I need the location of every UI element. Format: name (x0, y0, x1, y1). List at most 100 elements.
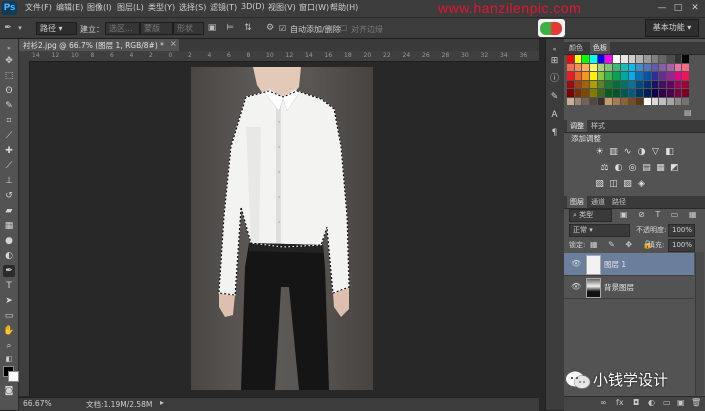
eraser-tool-icon[interactable]: ▰ (3, 205, 15, 217)
link-layers-icon[interactable]: ∞ (600, 398, 607, 407)
color-swatch[interactable] (628, 80, 636, 88)
selective-color-icon[interactable]: ◈ (636, 179, 647, 189)
color-swatch[interactable] (636, 55, 643, 63)
move-tool-icon[interactable]: ✥ (3, 55, 15, 67)
color-swatch[interactable] (643, 63, 651, 71)
expand-icon[interactable]: « (549, 44, 560, 55)
color-swatch[interactable] (659, 97, 666, 105)
color-swatch[interactable] (682, 72, 689, 80)
status-menu-arrow-icon[interactable]: ▸ (160, 398, 164, 407)
color-swatch[interactable] (651, 80, 659, 88)
quick-select-tool-icon[interactable]: ✎ (3, 100, 15, 112)
levels-icon[interactable]: ▥ (608, 147, 619, 157)
new-swatch-icon[interactable]: ▤ (684, 108, 692, 117)
selection-button[interactable]: 选区... (105, 22, 140, 35)
layer-name[interactable]: 图层 1 (604, 259, 626, 270)
align-edges-checkbox[interactable]: ☐ (340, 24, 347, 33)
eye-icon[interactable]: 👁 (571, 282, 581, 291)
color-swatch[interactable] (613, 80, 620, 88)
tab-swatches[interactable]: 色板 (590, 42, 610, 54)
curves-icon[interactable]: ∿ (622, 147, 633, 157)
posterize-icon[interactable]: ▧ (594, 179, 605, 189)
menu-3d[interactable]: 3D(D) (241, 2, 265, 11)
threshold-icon[interactable]: ◫ (608, 179, 619, 189)
brightness-icon[interactable]: ☀ (594, 147, 605, 157)
lasso-tool-icon[interactable]: ʘ (3, 85, 15, 97)
tab-color[interactable]: 颜色 (569, 42, 583, 54)
tab-layers[interactable]: 图层 (567, 196, 587, 208)
color-swatch[interactable] (605, 55, 613, 63)
menu-image[interactable]: 图像(I) (87, 2, 112, 13)
trash-icon[interactable]: 🗑 (691, 398, 701, 407)
layers-scrollbar[interactable] (695, 252, 704, 395)
pen-tool-icon[interactable]: ✒ (2, 22, 14, 34)
color-swatch[interactable] (628, 89, 636, 97)
layer-filter-icons[interactable]: ▣ ⊘ T ▭ ▦ (620, 210, 700, 219)
color-swatch[interactable] (574, 55, 582, 63)
color-swatch[interactable] (682, 80, 689, 88)
color-swatch[interactable] (628, 55, 636, 63)
new-group-icon[interactable]: ▭ (663, 398, 671, 407)
history-brush-tool-icon[interactable]: ↺ (3, 190, 15, 202)
color-swatch[interactable] (605, 63, 613, 71)
color-swatch[interactable] (666, 72, 674, 80)
hsl-icon[interactable]: ◧ (664, 147, 675, 157)
swatch-grid[interactable] (567, 55, 689, 105)
menu-select[interactable]: 选择(S) (179, 2, 206, 13)
color-swatch[interactable] (567, 72, 574, 80)
chevron-down-icon[interactable]: ▾ (14, 22, 26, 34)
pen-tool-icon[interactable]: ✒ (3, 265, 15, 277)
color-balance-icon[interactable]: ⚖ (599, 163, 610, 173)
close-tab-icon[interactable]: × (170, 39, 177, 48)
properties-panel-icon[interactable]: ⓘ (549, 74, 560, 85)
color-swatch[interactable] (582, 89, 590, 97)
add-mask-icon[interactable]: ◘ (633, 398, 639, 407)
shape-tool-icon[interactable]: ▭ (3, 310, 15, 322)
color-swatch[interactable] (613, 55, 620, 63)
color-swatch[interactable] (666, 97, 674, 105)
layer-row-selected[interactable]: 👁 图层 1 (564, 253, 694, 276)
color-swatch[interactable] (590, 55, 597, 63)
quick-mask-icon[interactable]: ◙ (3, 385, 15, 397)
hand-tool-icon[interactable]: ✋ (3, 325, 15, 337)
layer-filter-select[interactable]: ⌕ 类型 (569, 209, 612, 222)
color-swatch[interactable] (666, 55, 674, 63)
color-swatch[interactable] (567, 55, 574, 63)
brush-panel-icon[interactable]: ✎ (549, 92, 560, 103)
eyedropper-tool-icon[interactable]: ⟋ (3, 130, 15, 142)
color-swatch[interactable] (582, 72, 590, 80)
menu-layer[interactable]: 图层(L) (117, 2, 144, 13)
color-swatch[interactable] (659, 63, 666, 71)
mask-button[interactable]: 蒙版 (140, 22, 173, 35)
color-swatch[interactable] (620, 80, 628, 88)
layer-row[interactable]: 👁 背景图层 (564, 276, 694, 299)
color-swatch[interactable] (636, 63, 643, 71)
color-swatch[interactable] (582, 63, 590, 71)
color-swatch[interactable] (643, 55, 651, 63)
color-swatch[interactable] (597, 72, 605, 80)
color-swatch[interactable] (659, 55, 666, 63)
color-swatch[interactable] (613, 63, 620, 71)
background-color-swatch[interactable] (8, 371, 19, 382)
blend-mode-select[interactable]: 正常 ▾ (569, 224, 630, 237)
gradient-map-icon[interactable]: ▨ (622, 179, 633, 189)
color-swatch[interactable] (613, 72, 620, 80)
menu-edit[interactable]: 编辑(E) (56, 2, 83, 13)
workspace-select[interactable]: 基本功能 ▾ (645, 19, 699, 37)
document-image[interactable] (191, 67, 373, 390)
photo-filter-icon[interactable]: ◎ (627, 163, 638, 173)
color-swatch[interactable] (674, 80, 682, 88)
menu-type[interactable]: 类型(Y) (148, 2, 175, 13)
auto-add-checkbox[interactable]: ☑ (279, 24, 286, 33)
color-swatch[interactable] (613, 89, 620, 97)
path-arrange-icon[interactable]: ⇅ (242, 22, 254, 34)
gradient-tool-icon[interactable]: ▦ (3, 220, 15, 232)
gear-icon[interactable]: ⚙ (264, 22, 276, 34)
color-swatch[interactable] (674, 63, 682, 71)
menu-file[interactable]: 文件(F) (25, 2, 52, 13)
bw-icon[interactable]: ◐ (613, 163, 624, 173)
color-swatch[interactable] (636, 97, 643, 105)
color-swatch[interactable] (567, 89, 574, 97)
paragraph-panel-icon[interactable]: ¶ (549, 128, 560, 139)
color-swatch[interactable] (567, 97, 574, 105)
